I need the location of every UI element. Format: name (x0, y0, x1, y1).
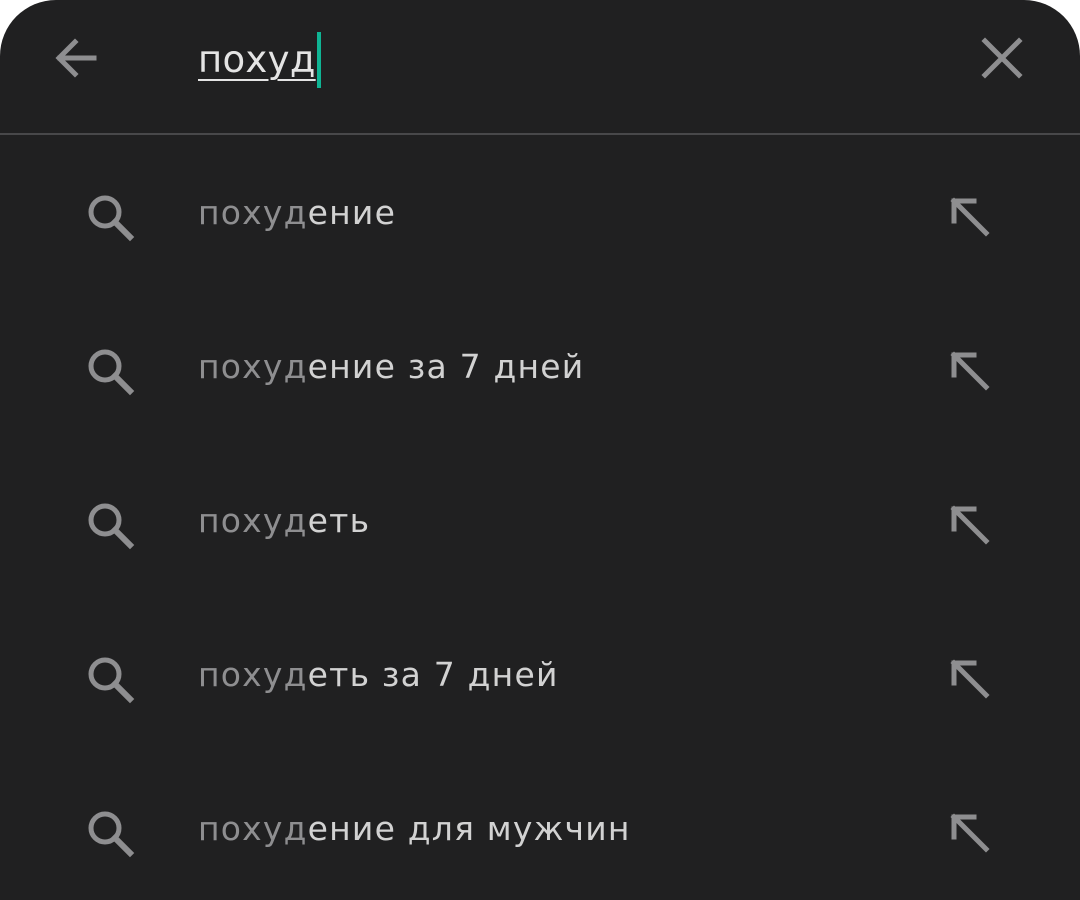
suggestion-item[interactable]: похудение (0, 135, 1080, 289)
arrow-up-left-icon[interactable] (944, 345, 996, 397)
suggestion-label: похудение (198, 193, 397, 232)
suggestion-item[interactable]: похудеть за 7 дней (0, 597, 1080, 751)
suggestion-label: похудеть за 7 дней (198, 655, 559, 694)
search-icon (88, 349, 135, 396)
close-icon (981, 37, 1023, 79)
suggestion-label: похудеть (198, 501, 371, 540)
search-icon (88, 657, 135, 704)
search-icon (88, 503, 135, 550)
search-icon (88, 811, 135, 858)
suggestion-label: похудение для мужчин (198, 809, 631, 848)
search-bar: похуд (0, 0, 1080, 135)
search-suggestions-panel: похуд похудение похудение за 7 дней поху… (0, 0, 1080, 900)
arrow-up-left-icon[interactable] (944, 653, 996, 705)
suggestion-item[interactable]: похудение для мужчин (0, 751, 1080, 900)
text-cursor (316, 32, 321, 88)
back-button[interactable] (36, 18, 116, 98)
search-icon (88, 195, 135, 242)
suggestion-item[interactable]: похудеть (0, 443, 1080, 597)
arrow-up-left-icon[interactable] (944, 807, 996, 859)
arrow-up-left-icon[interactable] (944, 191, 996, 243)
search-input[interactable]: похуд (198, 30, 321, 90)
suggestion-label: похудение за 7 дней (198, 347, 585, 386)
arrow-up-left-icon[interactable] (944, 499, 996, 551)
search-query-text: похуд (198, 38, 316, 81)
suggestion-item[interactable]: похудение за 7 дней (0, 289, 1080, 443)
suggestion-list: похудение похудение за 7 дней похудеть п… (0, 135, 1080, 900)
clear-search-button[interactable] (962, 18, 1042, 98)
arrow-left-icon (55, 38, 97, 78)
